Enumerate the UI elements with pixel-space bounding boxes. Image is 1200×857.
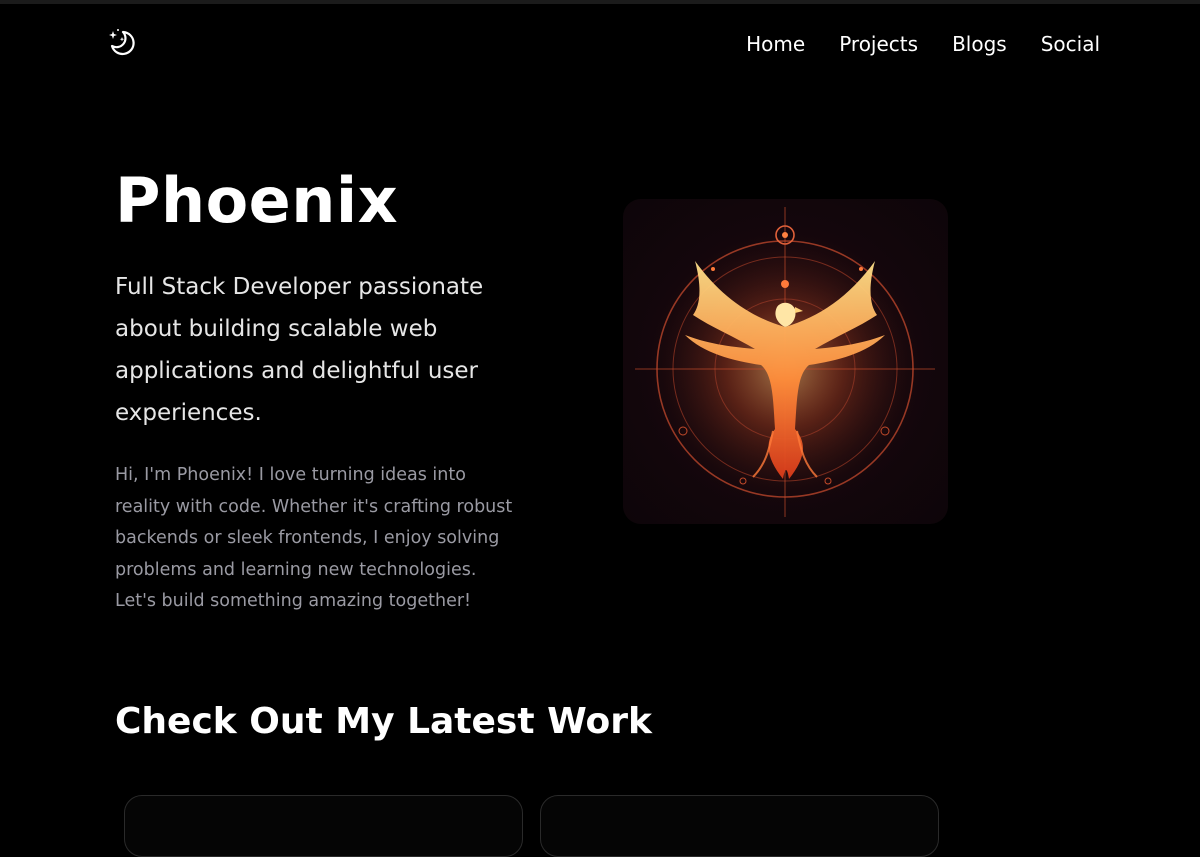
hero-name: Phoenix: [115, 164, 399, 237]
main-nav: Home Projects Blogs Social: [712, 30, 1100, 58]
hero-tagline: Full Stack Developer passionate about bu…: [115, 274, 484, 426]
hero-intro: Hi, I'm Phoenix! I love turning ideas in…: [115, 465, 513, 611]
nav-social-link[interactable]: Social: [1041, 30, 1100, 58]
nav-projects-link[interactable]: Projects: [839, 30, 918, 58]
moon-stars-icon[interactable]: [104, 26, 136, 58]
project-card[interactable]: [124, 795, 523, 857]
nav-home-link[interactable]: Home: [746, 30, 805, 58]
project-card[interactable]: [540, 795, 939, 857]
nav-blogs-link[interactable]: Blogs: [952, 30, 1007, 58]
latest-work-heading: Check Out My Latest Work: [115, 701, 652, 742]
site-header: Home Projects Blogs Social: [0, 4, 1200, 84]
phoenix-emblem-icon: [623, 199, 948, 524]
